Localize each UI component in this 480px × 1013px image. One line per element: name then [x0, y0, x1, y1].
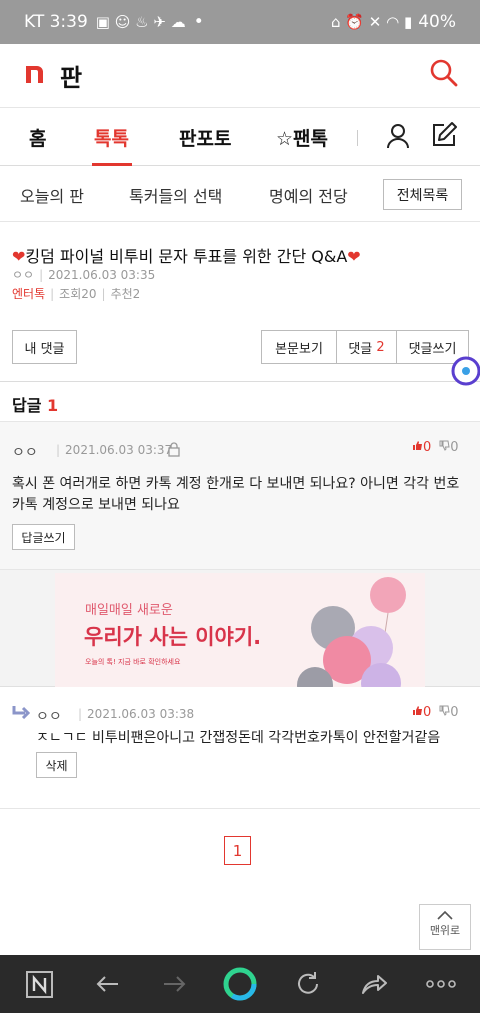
reply-arrow-icon: [12, 706, 30, 719]
reply-downvote-count: 0: [450, 705, 459, 720]
heart-icon: ❤: [12, 247, 26, 266]
reply-write-button[interactable]: 답글쓰기: [12, 524, 75, 550]
battery-level: 40%: [418, 12, 456, 32]
delete-button[interactable]: 삭제: [36, 752, 77, 778]
thumbs-down-icon: [439, 440, 450, 451]
post-header: ❤킹덤 파이널 비투비 문자 투표를 위한 간단 Q&A❤ ㅇㅇ | 2021.06…: [0, 222, 480, 382]
system-icons: ⌂ ⏰ ✕ ◠ ▮: [331, 12, 413, 31]
ad-line1: 매일매일 새로운: [85, 603, 173, 618]
post-author[interactable]: ㅇㅇ: [12, 268, 34, 282]
replies-count: 1: [47, 396, 59, 415]
comment-date: | 2021.06.03 03:37: [56, 443, 173, 457]
status-bar: KT 3:39 ▣ ☺ ♨ ✈ ☁ • ⌂ ⏰ ✕ ◠ ▮ 40%: [0, 0, 480, 44]
browser-assistant-icon[interactable]: [223, 967, 257, 1001]
view-body-button[interactable]: 본문보기: [261, 330, 337, 364]
reply-author[interactable]: ㅇㅇ: [36, 706, 62, 726]
all-list-button[interactable]: 전체목록: [383, 179, 462, 210]
ad-banner[interactable]: 매일매일 새로운 우리가 사는 이야기. 오늘의 톡! 지금 바로 확인하세요: [0, 570, 480, 687]
comment-downvote[interactable]: 0: [439, 440, 459, 455]
page-number-current[interactable]: 1: [224, 836, 251, 865]
notification-icons: ▣ ☺ ♨ ✈ ☁: [95, 12, 186, 31]
status-dot: •: [193, 12, 204, 32]
thumbs-down-icon: [439, 705, 450, 716]
reply-votes: 0 0: [412, 705, 459, 720]
brand-title[interactable]: 판: [60, 58, 82, 93]
back-icon[interactable]: [93, 969, 123, 999]
reply-item: ㅇㅇ | 2021.06.03 03:38 0 0 ㅈㄴㄱㄷ 비투비팬은아니고 간…: [0, 687, 480, 809]
user-icon[interactable]: [385, 122, 411, 150]
thumbs-up-icon: [413, 441, 422, 450]
post-meta: ㅇㅇ | 2021.06.03 03:35: [12, 268, 156, 282]
nate-home-icon[interactable]: [26, 971, 53, 998]
post-recommends: 추천2: [110, 287, 141, 301]
status-time: KT 3:39: [24, 12, 88, 32]
scroll-to-top-label: 맨위로: [429, 924, 461, 937]
share-icon[interactable]: [359, 969, 389, 999]
tab-fantok[interactable]: ☆팬톡: [276, 124, 328, 151]
ad-line2: 우리가 사는 이야기.: [84, 625, 262, 649]
tab-divider: [357, 130, 358, 146]
comment-item: ㅇㅇ | 2021.06.03 03:37 0 0 혹시 폰 여러개로 하면 카톡…: [0, 422, 480, 570]
heart-icon: ❤: [347, 247, 361, 266]
balloons-illustration: [297, 577, 406, 687]
tab-toktok[interactable]: 톡톡: [94, 124, 129, 151]
comment-author[interactable]: ㅇㅇ: [12, 442, 38, 462]
tab-home[interactable]: 홈: [29, 124, 46, 151]
post-title-row: ❤킹덤 파이널 비투비 문자 투표를 위한 간단 Q&A❤: [12, 243, 361, 267]
replies-header: 답글 1: [0, 382, 480, 422]
reply-body: ㅈㄴㄱㄷ 비투비팬은아니고 간잽정돈데 각각번호카톡이 안전할거같음: [36, 730, 441, 746]
nate-logo-icon[interactable]: [24, 62, 46, 84]
comment-downvote-count: 0: [450, 440, 459, 455]
ad-line3: 오늘의 톡! 지금 바로 확인하세요: [85, 658, 181, 666]
my-comments-button[interactable]: 내 댓글: [12, 330, 77, 364]
post-category[interactable]: 엔터톡: [12, 287, 45, 301]
post-date: 2021.06.03 03:35: [48, 268, 156, 282]
post-stats: 엔터톡 | 조회20 | 추천2: [12, 287, 141, 301]
more-icon[interactable]: [425, 969, 457, 999]
subnav-today[interactable]: 오늘의 판: [20, 183, 84, 207]
tab-panphoto[interactable]: 판포토: [179, 124, 231, 151]
browser-toolbar: [0, 955, 480, 1013]
edit-icon[interactable]: [430, 121, 458, 149]
search-icon[interactable]: [430, 58, 458, 88]
post-views: 조회20: [59, 287, 97, 301]
replies-label: 답글: [12, 396, 42, 415]
comments-button[interactable]: 댓글 2: [336, 330, 397, 364]
reply-date: | 2021.06.03 03:38: [78, 707, 195, 721]
scroll-to-top-button[interactable]: 맨위로: [419, 904, 471, 950]
sub-nav: 오늘의 판 톡커들의 선택 명예의 전당 전체목록: [0, 166, 480, 222]
comment-body: 혹시 폰 여러개로 하면 카톡 계정 한개로 다 보내면 되나요? 아니면 각각…: [12, 476, 460, 513]
refresh-icon[interactable]: [293, 969, 323, 999]
replies-title: 답글 1: [12, 392, 58, 416]
post-title: 킹덤 파이널 비투비 문자 투표를 위한 간단 Q&A: [25, 247, 348, 266]
forward-icon[interactable]: [159, 969, 189, 999]
thumbs-up-icon: [413, 706, 422, 715]
comments-label: 댓글: [348, 341, 373, 357]
lock-icon: [168, 442, 180, 457]
main-tabs: 홈 톡톡 판포토 ☆팬톡: [0, 108, 480, 166]
chevron-up-icon: [437, 910, 453, 920]
comments-count: 2: [376, 339, 385, 355]
reply-upvote-count: 0: [423, 705, 432, 720]
ad-banner-image[interactable]: 매일매일 새로운 우리가 사는 이야기. 오늘의 톡! 지금 바로 확인하세요: [55, 573, 425, 687]
app-bar: 판: [0, 44, 480, 108]
subnav-talkers-choice[interactable]: 톡커들의 선택: [129, 183, 222, 207]
reply-downvote[interactable]: 0: [439, 705, 459, 720]
reply-upvote[interactable]: 0: [412, 705, 431, 720]
comment-upvote[interactable]: 0: [412, 440, 431, 455]
comment-votes: 0 0: [412, 440, 459, 455]
subnav-hall-of-fame[interactable]: 명예의 전당: [269, 183, 348, 207]
comment-upvote-count: 0: [423, 440, 432, 455]
